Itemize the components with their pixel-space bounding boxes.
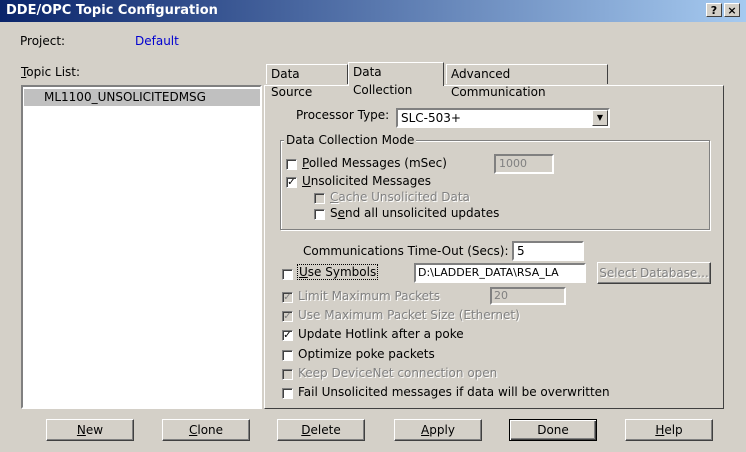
send-all-updates-checkbox[interactable]: [314, 209, 325, 220]
unsolicited-messages-checkbox[interactable]: ✓: [286, 177, 297, 188]
delete-button[interactable]: Delete: [277, 419, 365, 441]
polled-interval-input[interactable]: 1000: [494, 154, 554, 174]
new-button[interactable]: New: [46, 419, 134, 441]
project-label: Project:: [20, 34, 66, 48]
topic-list-item[interactable]: ML1100_UNSOLICITEDMSG: [24, 89, 260, 106]
select-database-button[interactable]: Select Database...: [597, 262, 711, 284]
cache-unsolicited-label: Cache Unsolicited Data: [330, 190, 470, 204]
use-symbols-label: Use Symbols: [296, 264, 379, 280]
window-title: DDE/OPC Topic Configuration: [6, 3, 218, 18]
cache-unsolicited-checkbox: [314, 193, 325, 204]
symbols-path-input[interactable]: D:\LADDER_DATA\RSA_LA: [414, 263, 586, 283]
use-symbols-checkbox[interactable]: [282, 269, 293, 280]
limit-packets-input: 20: [490, 287, 566, 305]
fail-unsolicited-checkbox[interactable]: [282, 388, 293, 399]
devicenet-label: Keep DeviceNet connection open: [298, 366, 498, 380]
optimize-poke-checkbox[interactable]: [282, 350, 293, 361]
done-button[interactable]: Done: [509, 419, 597, 441]
topic-list-label: Topic List:: [21, 65, 81, 79]
polled-messages-label: Polled Messages (mSec): [302, 156, 447, 170]
unsolicited-messages-label: Unsolicited Messages: [302, 174, 431, 188]
project-value: Default: [135, 34, 179, 48]
polled-messages-checkbox[interactable]: [286, 159, 297, 170]
close-icon[interactable]: ×: [724, 3, 740, 17]
chevron-down-icon[interactable]: ▼: [592, 110, 608, 126]
tab-advanced-communication[interactable]: Advanced Communication: [446, 64, 608, 99]
processor-type-label: Processor Type:: [296, 108, 390, 122]
topic-list[interactable]: [21, 85, 262, 409]
limit-packets-checkbox: ✓: [282, 292, 293, 303]
limit-packets-label: Limit Maximum Packets: [298, 289, 441, 303]
devicenet-checkbox: [282, 369, 293, 380]
title-bar: DDE/OPC Topic Configuration ? ×: [0, 0, 746, 22]
tab-data-collection[interactable]: Data Collection: [348, 62, 444, 97]
clone-button[interactable]: Clone: [162, 419, 250, 441]
apply-button[interactable]: Apply: [394, 419, 482, 441]
data-collection-mode-legend: Data Collection Mode: [284, 133, 417, 147]
max-packet-size-checkbox: ✓: [282, 311, 293, 322]
processor-type-value: SLC-503+: [401, 111, 461, 125]
fail-unsolicited-label: Fail Unsolicited messages if data will b…: [298, 385, 610, 399]
help-icon[interactable]: ?: [706, 3, 722, 17]
max-packet-size-label: Use Maximum Packet Size (Ethernet): [298, 308, 520, 322]
update-hotlink-checkbox[interactable]: ✓: [282, 330, 293, 341]
processor-type-select[interactable]: SLC-503+: [396, 108, 610, 128]
timeout-input[interactable]: 5: [512, 241, 584, 261]
timeout-label: Communications Time-Out (Secs):: [303, 244, 509, 258]
update-hotlink-label: Update Hotlink after a poke: [298, 327, 464, 341]
optimize-poke-label: Optimize poke packets: [298, 347, 435, 361]
help-button[interactable]: Help: [625, 419, 713, 441]
send-all-updates-label: Send all unsolicited updates: [330, 206, 500, 220]
tab-data-source[interactable]: Data Source: [266, 64, 348, 99]
